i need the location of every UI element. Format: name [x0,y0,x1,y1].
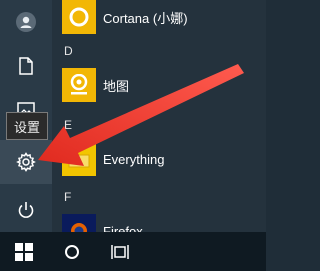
task-view-button[interactable] [96,232,144,271]
settings-button[interactable] [0,140,52,184]
cortana-circle-icon [65,244,79,259]
power-icon [18,202,34,218]
user-icon [16,12,36,32]
app-list: Cortana (小娜) D 地图 E Everything F Firefox [52,0,266,248]
gear-icon [16,152,36,172]
section-header-f[interactable]: F [64,190,71,204]
app-cortana[interactable]: Cortana (小娜) [52,0,266,40]
section-header-d[interactable]: D [64,44,73,58]
map-pin-icon [70,74,88,95]
power-button[interactable] [0,188,52,232]
start-button[interactable] [0,232,48,271]
settings-tooltip: 设置 [6,112,48,140]
cortana-icon [69,7,89,27]
app-everything[interactable]: Everything [52,136,266,182]
taskbar [0,232,266,271]
cortana-tile [62,0,96,34]
documents-button[interactable] [0,44,52,88]
app-label: 地图 [103,78,130,94]
task-view-icon [111,244,129,259]
app-ditu[interactable]: 地图 [52,62,266,108]
user-button[interactable] [0,0,52,44]
document-icon [19,57,33,75]
everything-tile [62,142,96,176]
app-label: Cortana (小娜) [103,10,188,26]
windows-logo-icon [15,242,33,261]
folder-icon [68,152,90,168]
tooltip-text: 设置 [13,119,40,135]
app-label: Everything [103,151,165,167]
search-button[interactable] [48,232,96,271]
section-header-e[interactable]: E [64,118,72,132]
maps-tile [62,68,96,102]
